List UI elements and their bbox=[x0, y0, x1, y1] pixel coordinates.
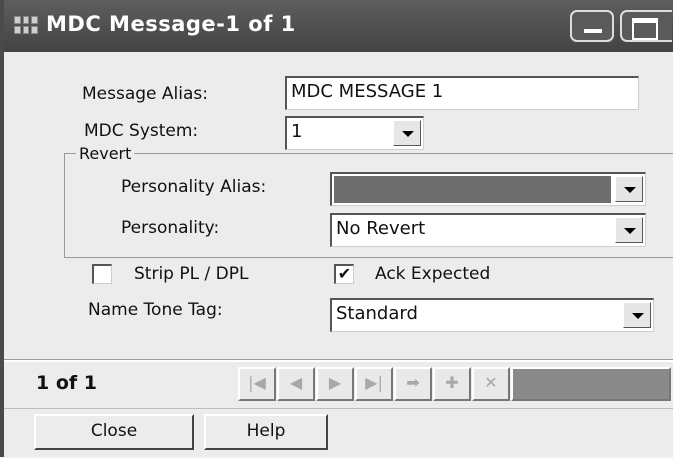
name-tone-tag-select[interactable]: Standard bbox=[330, 298, 654, 332]
personality-alias-label: Personality Alias: bbox=[121, 177, 267, 197]
first-record-icon: |◀ bbox=[248, 373, 266, 392]
add-record-button[interactable]: ✚ bbox=[433, 367, 471, 401]
maximize-button[interactable] bbox=[620, 10, 672, 42]
mdc-system-select[interactable]: 1 bbox=[285, 116, 424, 150]
minimize-icon bbox=[584, 29, 602, 33]
message-window: MDC Message-1 of 1 Message Alias: MDC ME… bbox=[0, 0, 673, 457]
checkmark-icon: ✔ bbox=[337, 264, 352, 283]
message-alias-label: Message Alias: bbox=[82, 84, 208, 104]
name-tone-tag-value: Standard bbox=[336, 303, 418, 324]
personality-alias-value bbox=[334, 176, 611, 203]
app-grid-icon bbox=[14, 16, 38, 34]
mdc-system-value: 1 bbox=[291, 121, 303, 142]
name-tone-tag-label: Name Tone Tag: bbox=[88, 300, 223, 320]
personality-select[interactable]: No Revert bbox=[330, 213, 646, 247]
delete-record-icon: ✕ bbox=[484, 373, 498, 392]
personality-label: Personality: bbox=[121, 218, 220, 238]
title-bar[interactable]: MDC Message-1 of 1 bbox=[4, 0, 673, 52]
add-record-icon: ✚ bbox=[445, 373, 459, 392]
revert-group-title: Revert bbox=[76, 144, 135, 163]
maximize-icon bbox=[632, 18, 658, 40]
chevron-down-icon[interactable] bbox=[615, 176, 643, 202]
strip-pl-checkbox[interactable] bbox=[92, 264, 112, 284]
previous-record-icon: ◀ bbox=[289, 373, 303, 392]
strip-pl-label: Strip PL / DPL bbox=[134, 264, 249, 284]
next-record-icon: ▶ bbox=[328, 373, 342, 392]
last-record-button[interactable]: ▶| bbox=[355, 367, 393, 401]
chevron-down-icon[interactable] bbox=[393, 120, 421, 146]
close-button[interactable]: Close bbox=[34, 414, 194, 450]
minimize-button[interactable] bbox=[570, 10, 614, 42]
ack-expected-checkbox[interactable]: ✔ bbox=[334, 264, 354, 284]
last-record-icon: ▶| bbox=[365, 373, 383, 392]
disabled-nav-button bbox=[511, 367, 671, 401]
first-record-button[interactable]: |◀ bbox=[238, 367, 276, 401]
chevron-down-icon[interactable] bbox=[623, 302, 651, 328]
previous-record-button[interactable]: ◀ bbox=[277, 367, 315, 401]
window-title: MDC Message-1 of 1 bbox=[46, 12, 296, 36]
chevron-down-icon[interactable] bbox=[615, 217, 643, 243]
mdc-system-label: MDC System: bbox=[84, 121, 199, 141]
personality-alias-select[interactable] bbox=[330, 172, 646, 206]
ack-expected-label: Ack Expected bbox=[375, 264, 491, 284]
help-button[interactable]: Help bbox=[204, 414, 328, 450]
personality-value: No Revert bbox=[336, 218, 426, 239]
message-alias-field[interactable]: MDC MESSAGE 1 bbox=[285, 76, 639, 110]
goto-record-button[interactable]: ➡ bbox=[394, 367, 432, 401]
next-record-button[interactable]: ▶ bbox=[316, 367, 354, 401]
delete-record-button[interactable]: ✕ bbox=[472, 367, 510, 401]
goto-arrow-icon: ➡ bbox=[406, 373, 420, 392]
record-count: 1 of 1 bbox=[36, 372, 97, 394]
